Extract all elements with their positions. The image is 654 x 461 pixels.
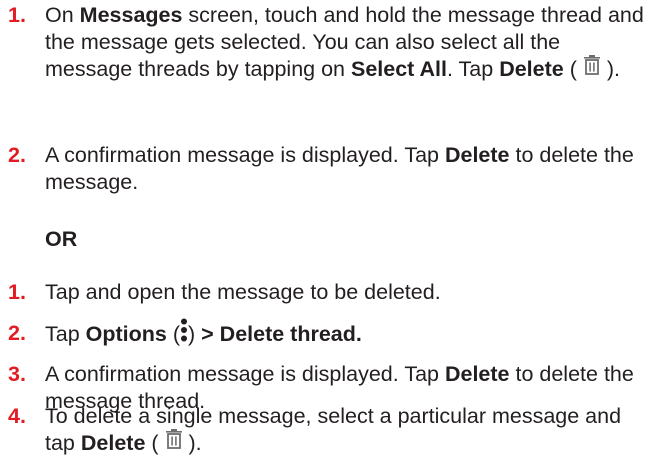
select-all-label: Select All	[350, 57, 447, 81]
step-text-part: (	[166, 322, 180, 347]
options-label: Options	[85, 322, 167, 347]
step-text: Tap Options () > Delete thread.	[45, 318, 645, 351]
step-text: On Messages screen, touch and hold the m…	[45, 2, 645, 84]
step-text-part: Tap and open the message to be deleted.	[45, 280, 441, 304]
step-number: 2.	[8, 321, 26, 345]
delete-label: Delete	[444, 362, 510, 386]
step-text-part: ).	[600, 57, 620, 81]
step-number: 4.	[8, 404, 26, 428]
messages-label: Messages	[79, 3, 183, 27]
step-text-part: (	[145, 431, 165, 455]
step-text-part: On	[45, 3, 80, 27]
step-number: 1.	[8, 280, 26, 304]
step-text-part: Tap	[45, 322, 86, 347]
step-text-part: A confirmation message is displayed. Tap	[45, 143, 445, 167]
delete-label: Delete	[80, 431, 146, 455]
step-text: A confirmation message is displayed. Tap…	[45, 142, 645, 196]
step-text-part: ).	[182, 431, 202, 455]
more-vertical-icon	[180, 318, 188, 349]
delete-label: Delete	[499, 57, 564, 81]
trash-icon	[583, 54, 601, 82]
step-text-part: )	[188, 322, 202, 347]
delete-label: Delete	[444, 143, 510, 167]
delete-thread-label: > Delete thread.	[201, 322, 362, 347]
step-number: 2.	[8, 143, 26, 167]
step-text: To delete a single message, select a par…	[45, 403, 645, 458]
step-text: Tap and open the message to be deleted.	[45, 279, 645, 306]
step-text-part: . Tap	[446, 57, 500, 81]
step-text-part: A confirmation message is displayed. Tap	[45, 362, 445, 386]
step-number: 1.	[8, 3, 26, 27]
step-text-part: (	[563, 57, 583, 81]
trash-icon	[165, 428, 183, 456]
step-number: 3.	[8, 362, 26, 386]
or-separator: OR	[45, 227, 78, 251]
